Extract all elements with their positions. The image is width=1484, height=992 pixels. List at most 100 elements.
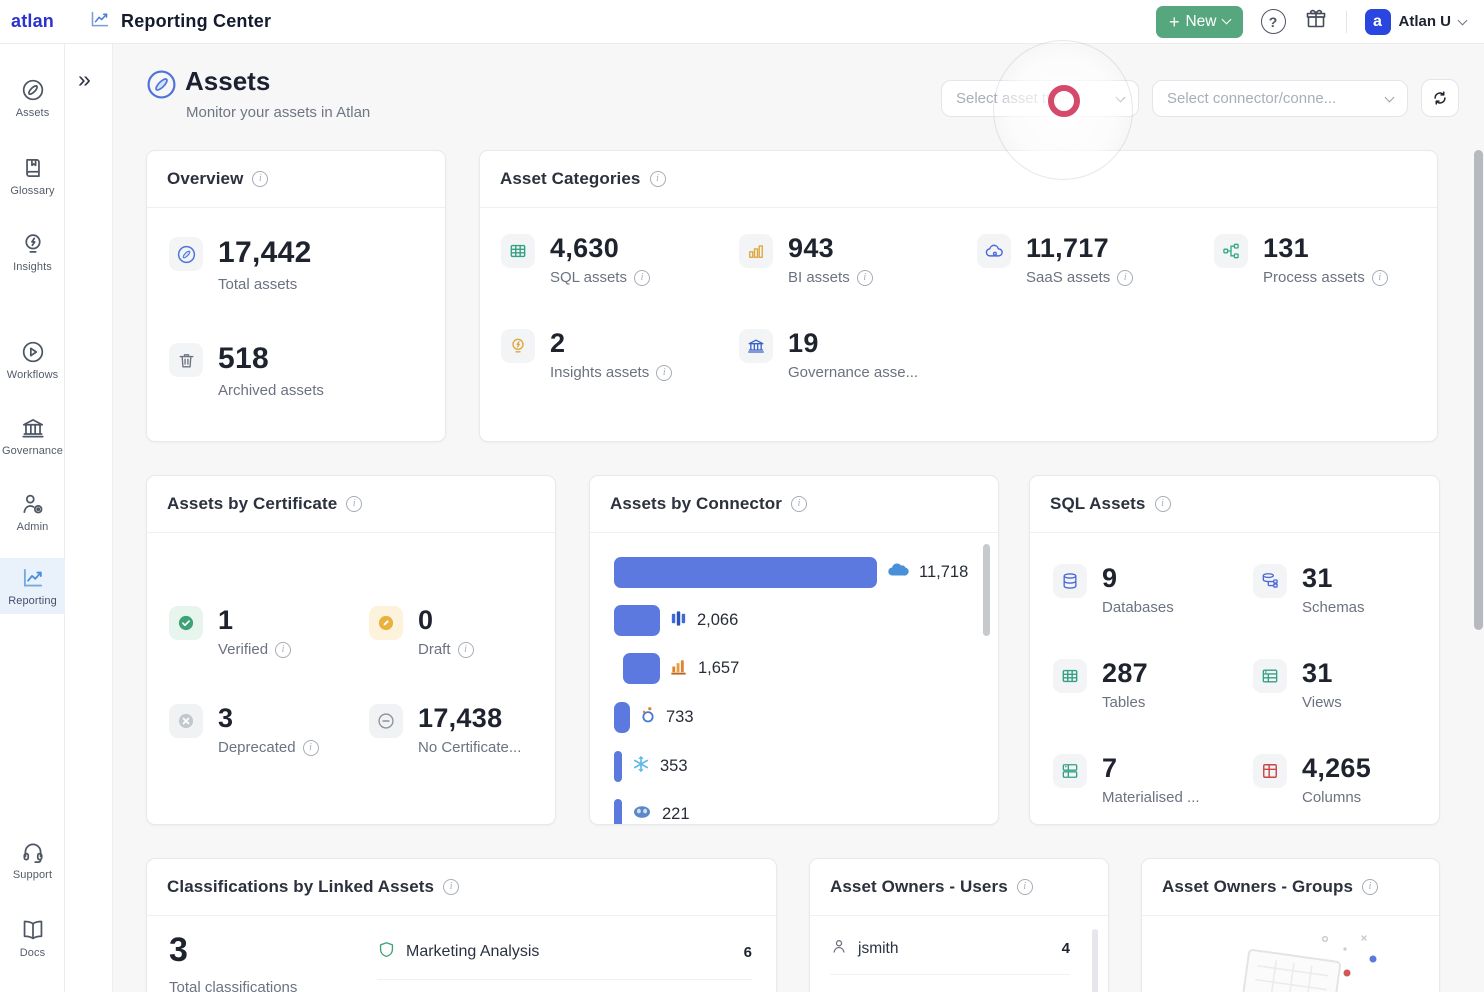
process-assets-stat: 131 Process assetsi: [1214, 234, 1388, 286]
asset-type-select[interactable]: Select asset type: [941, 80, 1139, 117]
card-title: Asset Categories: [500, 169, 641, 189]
user-menu[interactable]: a Atlan U: [1365, 9, 1467, 35]
asset-categories-card: Asset Categoriesi 4,630 SQL assetsi 943 …: [479, 150, 1438, 442]
new-button[interactable]: +New: [1156, 6, 1243, 38]
bi-assets-stat: 943 BI assetsi: [739, 234, 873, 286]
total-classifications-label: Total classifications: [169, 979, 297, 992]
compass-icon: [0, 77, 65, 103]
shield-icon: [377, 939, 396, 965]
sidebar-item-support[interactable]: Support: [0, 832, 65, 888]
topbar-divider: [1346, 11, 1347, 33]
info-icon[interactable]: i: [1155, 496, 1171, 512]
column-icon: [1253, 754, 1287, 788]
info-icon[interactable]: i: [791, 496, 807, 512]
refresh-button[interactable]: [1421, 79, 1459, 117]
info-icon[interactable]: i: [1362, 879, 1378, 895]
info-icon[interactable]: i: [275, 642, 291, 658]
page-scrollbar[interactable]: [1474, 150, 1483, 630]
bulb-bolt-icon: [0, 231, 65, 257]
avatar: a: [1365, 9, 1391, 35]
classification-row[interactable]: Marketing Analysis 6: [377, 939, 752, 980]
connector-row: 2,066: [614, 605, 738, 636]
process-flow-icon: [1214, 234, 1248, 268]
sidebar-item-admin[interactable]: Admin: [0, 484, 65, 540]
atlan-logo[interactable]: atlan: [0, 11, 65, 32]
sidebar: Assets Glossary Insights Workflows Gover…: [0, 44, 65, 992]
info-icon[interactable]: i: [1017, 879, 1033, 895]
connector-bar: [614, 799, 622, 825]
info-icon[interactable]: i: [634, 270, 650, 286]
reporting-center-icon: [88, 9, 111, 35]
bar-chart-gold-icon: [739, 234, 773, 268]
info-icon[interactable]: i: [857, 270, 873, 286]
info-icon[interactable]: i: [1372, 270, 1388, 286]
info-icon[interactable]: i: [650, 171, 666, 187]
connector-chart-scrollbar[interactable]: [983, 544, 990, 636]
info-icon[interactable]: i: [443, 879, 459, 895]
total-classifications-value: 3: [169, 931, 188, 970]
connector-bar: [614, 557, 877, 588]
page-app-title: Reporting Center: [121, 11, 271, 32]
info-icon[interactable]: i: [346, 496, 362, 512]
card-title: Asset Owners - Groups: [1162, 877, 1353, 897]
secondary-rail: [65, 44, 112, 992]
reporting-center-app: atlan Reporting Center +New ? a Atlan U: [0, 0, 1484, 992]
users-list-scrollbar[interactable]: [1092, 929, 1098, 992]
asset-owners-groups-card: Asset Owners - Groups i: [1141, 858, 1440, 992]
empty-state-illustration: [1197, 921, 1387, 992]
salesforce-icon: [886, 561, 910, 584]
help-icon[interactable]: ?: [1261, 9, 1286, 34]
compass-icon: [169, 237, 203, 271]
connector-select[interactable]: Select connector/conne...: [1152, 80, 1408, 117]
info-icon[interactable]: i: [458, 642, 474, 658]
cloud-gear-icon: [977, 234, 1011, 268]
sidebar-item-docs[interactable]: Docs: [0, 910, 65, 966]
connector-bar: [623, 653, 660, 684]
card-title: SQL Assets: [1050, 494, 1146, 514]
materialised-views-stat: 7 Materialised ...: [1053, 754, 1200, 806]
sql-assets-card: SQL Assetsi 9 Databases 31 Schemas 287 T…: [1029, 475, 1440, 825]
info-icon[interactable]: i: [656, 365, 672, 381]
person-icon: [830, 937, 848, 960]
chevron-down-icon: [1458, 15, 1468, 25]
sidebar-item-assets[interactable]: Assets: [0, 70, 65, 126]
info-icon[interactable]: i: [303, 740, 319, 756]
overview-card: Overviewi 17,442 Total assets 518 Archiv…: [146, 150, 446, 442]
sidebar-item-insights[interactable]: Insights: [0, 224, 65, 280]
card-title: Overview: [167, 169, 243, 189]
governance-assets-stat: 19 Governance asse...: [739, 329, 918, 381]
view-table-icon: [1253, 659, 1287, 693]
materialised-view-icon: [1053, 754, 1087, 788]
assets-by-connector-card: Assets by Connectori 11,718 2,066 1,657 …: [589, 475, 999, 825]
owner-user-row[interactable]: jsmith 4: [830, 937, 1070, 975]
connector-bar: [614, 605, 660, 636]
gift-icon[interactable]: [1304, 7, 1328, 36]
assets-by-certificate-card: Assets by Certificatei 1 Verifiedi 0 Dra…: [146, 475, 556, 825]
table-icon: [501, 234, 535, 268]
tables-stat: 287 Tables: [1053, 659, 1148, 711]
orange-bars-icon: [669, 657, 689, 681]
collapse-panel-button[interactable]: »: [78, 66, 89, 93]
partially-visible-connector-icon: [631, 804, 653, 825]
plus-icon: +: [1169, 13, 1180, 31]
connector-row: 733: [614, 702, 694, 733]
views-stat: 31 Views: [1253, 659, 1342, 711]
sidebar-item-workflows[interactable]: Workflows: [0, 332, 65, 388]
top-bar: atlan Reporting Center +New ? a Atlan U: [0, 0, 1484, 44]
connector-row: 11,718: [614, 557, 968, 588]
line-chart-icon: [0, 565, 65, 591]
chevron-down-icon: [1385, 92, 1395, 102]
sidebar-item-reporting[interactable]: Reporting: [0, 558, 65, 614]
info-icon[interactable]: i: [1117, 270, 1133, 286]
connector-bar: [614, 751, 622, 782]
card-title: Assets by Certificate: [167, 494, 337, 514]
databases-stat: 9 Databases: [1053, 564, 1174, 616]
schema-icon: [1253, 564, 1287, 598]
sidebar-item-glossary[interactable]: Glossary: [0, 148, 65, 204]
info-icon[interactable]: i: [252, 171, 268, 187]
person-gear-icon: [0, 491, 65, 517]
asset-owners-users-card: Asset Owners - Usersi jsmith 4: [809, 858, 1109, 992]
chevron-down-icon: [1221, 15, 1231, 25]
sidebar-item-governance[interactable]: Governance: [0, 408, 65, 464]
tableau-icon: [669, 609, 688, 633]
